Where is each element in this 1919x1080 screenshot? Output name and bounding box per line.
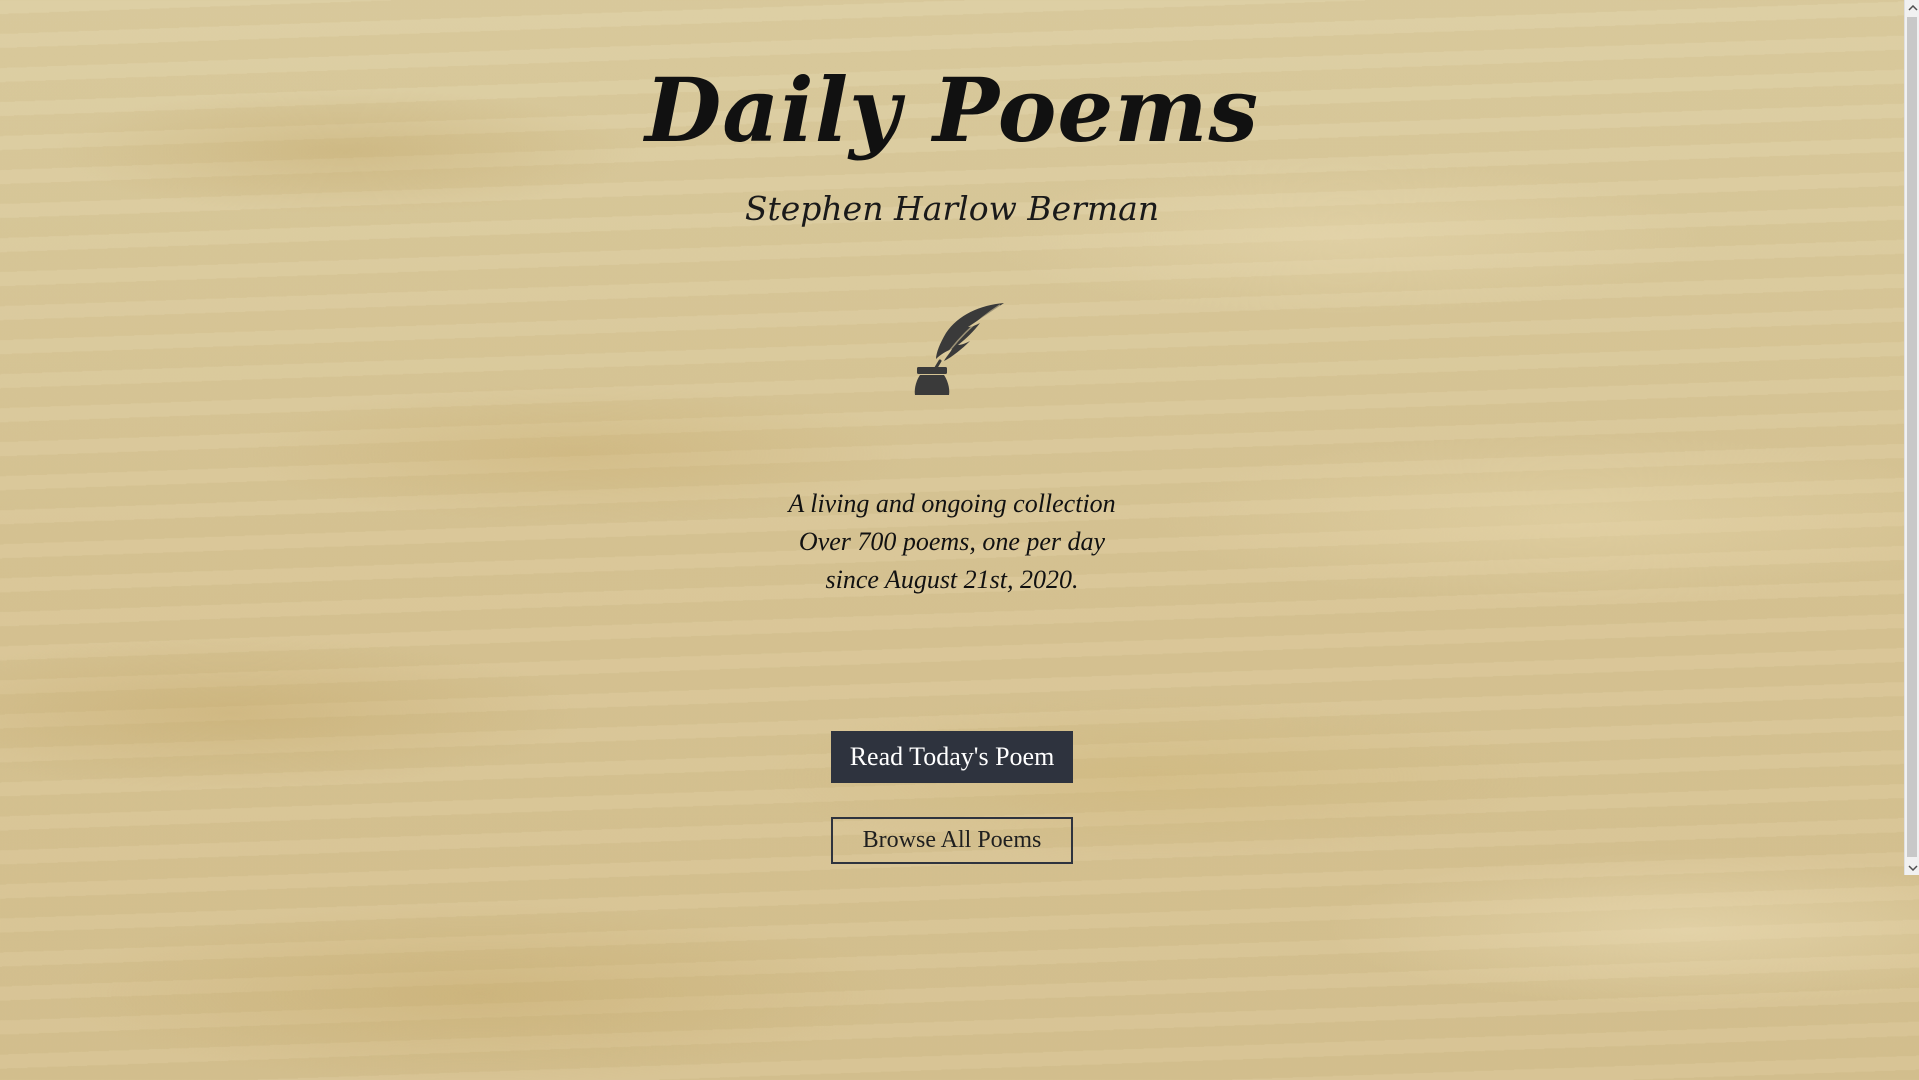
browse-all-poems-button[interactable]: Browse All Poems xyxy=(831,817,1073,864)
vertical-scrollbar[interactable] xyxy=(1904,0,1919,875)
landing-page: Daily Poems Stephen Harlow Berman A livi… xyxy=(0,0,1904,1080)
tagline-line-2: Over 700 poems, one per day xyxy=(798,527,1106,556)
tagline-line-3: since August 21st, 2020. xyxy=(825,565,1079,594)
site-title: Daily Poems xyxy=(644,58,1260,162)
quill-inkwell-icon xyxy=(900,297,1010,397)
read-todays-poem-button[interactable]: Read Today's Poem xyxy=(831,731,1073,783)
chevron-up-icon[interactable] xyxy=(1905,0,1919,15)
tagline-line-1: A living and ongoing collection xyxy=(788,489,1116,518)
tagline: A living and ongoing collection Over 700… xyxy=(0,485,1904,599)
author-name: Stephen Harlow Berman xyxy=(744,189,1160,228)
scrollbar-thumb[interactable] xyxy=(1907,17,1917,857)
chevron-down-icon[interactable] xyxy=(1905,860,1919,875)
